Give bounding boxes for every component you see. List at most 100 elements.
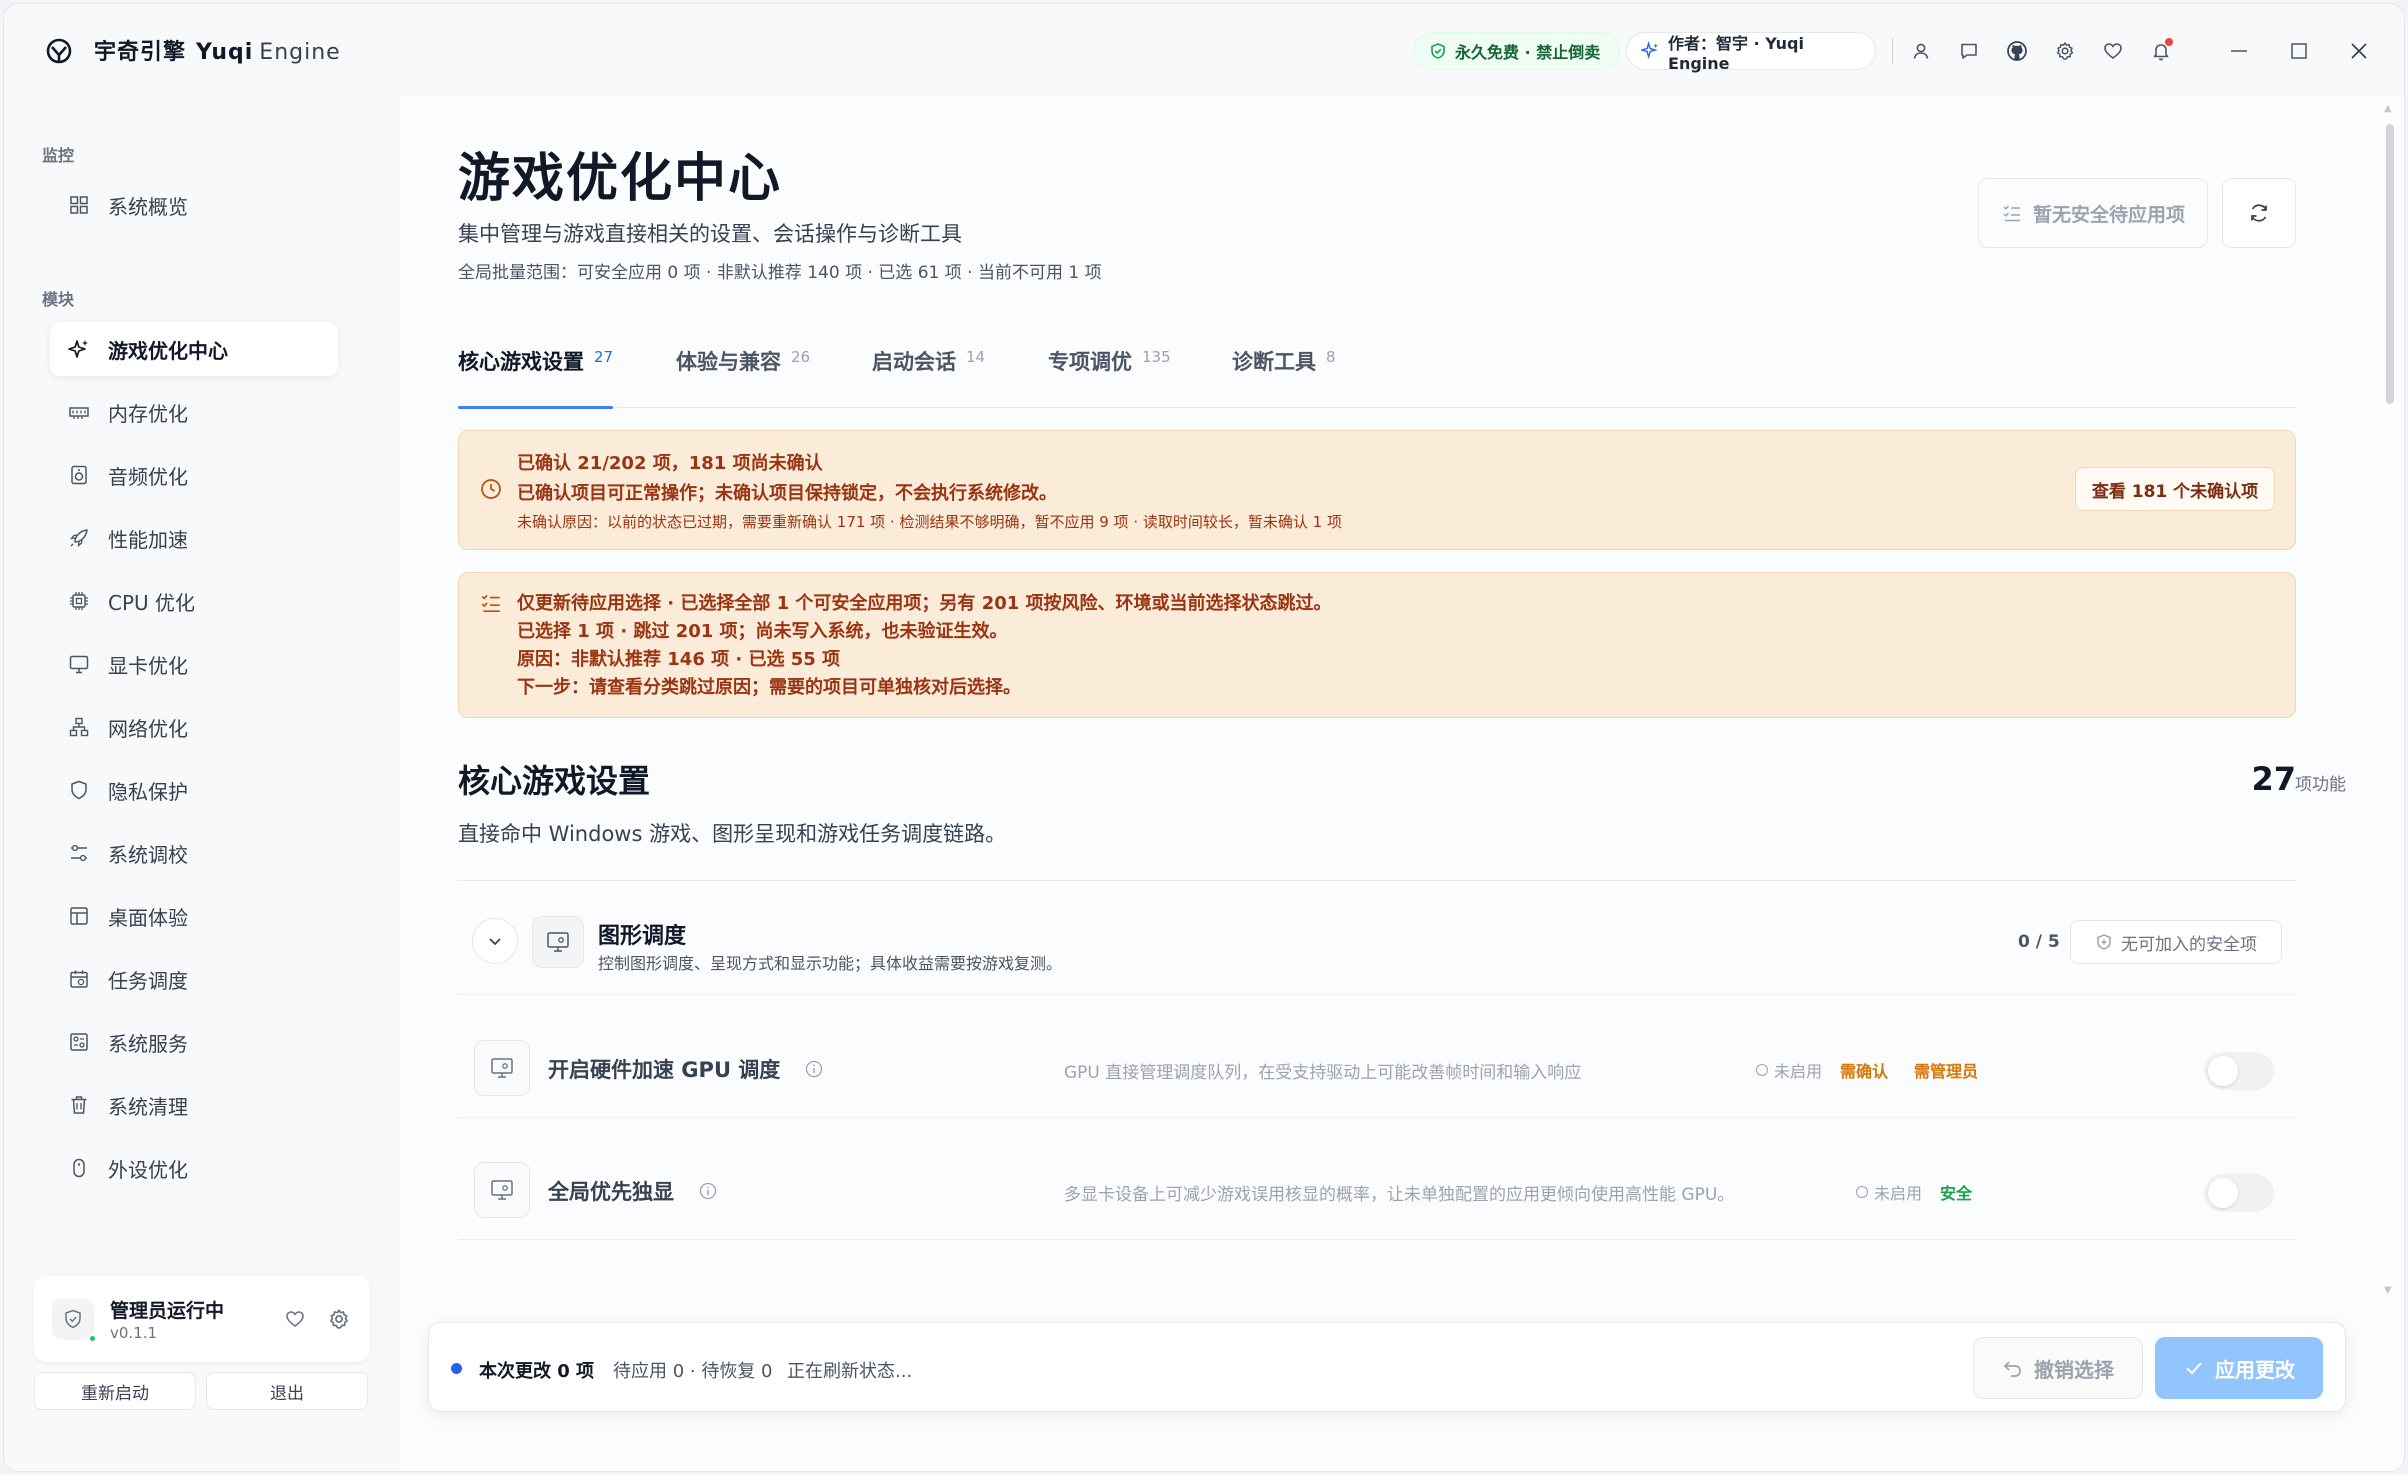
- sidebar-item-memory[interactable]: 内存优化: [50, 385, 338, 439]
- undo-selection-button[interactable]: 撤销选择: [1973, 1337, 2143, 1399]
- monitor-settings-icon: [491, 1180, 513, 1200]
- tab-experience-compat[interactable]: 体验与兼容 26: [676, 336, 810, 408]
- tab-count: 8: [1326, 348, 1336, 366]
- collapse-button[interactable]: [472, 918, 518, 964]
- option-name-label: 开启硬件加速 GPU 调度: [548, 1058, 781, 1082]
- heart-icon[interactable]: [284, 1308, 306, 1330]
- tab-count: 27: [594, 348, 614, 366]
- free-badge-label: 永久免费 · 禁止倒卖: [1455, 43, 1601, 62]
- view-unconfirmed-button[interactable]: 查看 181 个未确认项: [2075, 467, 2275, 511]
- cpu-icon: [70, 592, 88, 610]
- sidebar-item-peripheral[interactable]: 外设优化: [50, 1141, 338, 1195]
- sidebar-item-label: 显卡优化: [108, 653, 188, 678]
- option-name-label: 全局优先独显: [548, 1180, 674, 1204]
- sidebar-item-label: 网络优化: [108, 716, 188, 741]
- app-title-engine: Engine: [259, 40, 341, 65]
- tab-launch-session[interactable]: 启动会话 14: [872, 336, 985, 408]
- sidebar-item-cpu[interactable]: CPU 优化: [50, 574, 338, 628]
- gear-icon[interactable]: [328, 1308, 350, 1330]
- sparkle-icon: [68, 340, 88, 358]
- refresh-button[interactable]: [2222, 178, 2296, 248]
- page-subtitle: 集中管理与游戏直接相关的设置、会话操作与诊断工具: [458, 222, 962, 246]
- option-toggle[interactable]: [2204, 1174, 2274, 1212]
- needs-confirm-badge: 需确认: [1840, 1062, 1889, 1081]
- undo-icon: [2003, 1361, 2021, 1377]
- section-modules: 模块: [42, 290, 75, 309]
- sidebar-item-game-center[interactable]: 游戏优化中心: [50, 322, 338, 376]
- message-icon[interactable]: [1956, 38, 1982, 64]
- section-title: 核心游戏设置: [458, 762, 651, 800]
- sidebar-item-scheduler[interactable]: 任务调度: [50, 952, 338, 1006]
- change-count: 本次更改 0 项: [479, 1361, 595, 1382]
- author-badge[interactable]: 作者：智宇 · Yuqi Engine: [1626, 32, 1876, 73]
- info-icon[interactable]: [804, 1059, 824, 1079]
- selection-next-step: 下一步：请查看分类跳过原因；需要的项目可单独核对后选择。: [517, 677, 1021, 698]
- sliders-icon: [71, 844, 87, 862]
- app-version: v0.1.1: [110, 1324, 158, 1342]
- sidebar-item-label: 音频优化: [108, 464, 188, 489]
- exit-button[interactable]: 退出: [206, 1372, 368, 1410]
- pending-apply-label: 暂无安全待应用项: [2032, 203, 2185, 226]
- minimize-icon[interactable]: [2226, 38, 2252, 64]
- tab-diagnostics[interactable]: 诊断工具 8: [1232, 336, 1336, 408]
- sidebar-item-label: 隐私保护: [108, 779, 188, 804]
- gear-icon[interactable]: [2052, 38, 2078, 64]
- maximize-icon[interactable]: [2286, 38, 2312, 64]
- sidebar-item-label: 桌面体验: [108, 905, 188, 930]
- heart-icon[interactable]: [2100, 38, 2126, 64]
- sidebar-item-overview[interactable]: 系统概览: [50, 178, 338, 232]
- checklist-icon: [481, 594, 500, 612]
- scrollbar-thumb[interactable]: [2386, 124, 2394, 404]
- memory-icon: [69, 407, 89, 419]
- tab-special-tuning[interactable]: 专项调优 135: [1048, 336, 1171, 408]
- status-dot: [451, 1363, 462, 1374]
- info-icon[interactable]: [698, 1181, 718, 1201]
- tab-core-game-settings[interactable]: 核心游戏设置 27: [458, 336, 614, 409]
- option-name: 开启硬件加速 GPU 调度: [548, 1054, 824, 1084]
- calendar-icon: [70, 970, 88, 988]
- group-graphics-scheduling: 图形调度 控制图形调度、呈现方式和显示功能；具体收益需要按游戏复测。 0 / 5…: [458, 898, 2296, 984]
- checklist-icon: [2003, 205, 2020, 222]
- apply-changes-button[interactable]: 应用更改: [2155, 1337, 2323, 1399]
- selection-counts: 已选择 1 项 · 跳过 201 项；尚未写入系统，也未验证生效。: [517, 621, 1008, 642]
- restart-button[interactable]: 重新启动: [34, 1372, 196, 1410]
- sidebar-item-services[interactable]: 系统服务: [50, 1015, 338, 1069]
- group-enabled-count: 0 / 5: [2018, 932, 2060, 952]
- option-row-prefer-dgpu: 全局优先独显 多显卡设备上可减少游戏误用核显的概率，让未单独配置的应用更倾向使用…: [458, 1118, 2296, 1240]
- sidebar-item-label: 系统调校: [108, 842, 188, 867]
- state-badge: 未启用: [1856, 1180, 1922, 1204]
- bell-icon[interactable]: [2148, 38, 2174, 64]
- sidebar-item-network[interactable]: 网络优化: [50, 700, 338, 754]
- close-icon[interactable]: [2346, 38, 2372, 64]
- sidebar-item-privacy[interactable]: 隐私保护: [50, 763, 338, 817]
- section-description: 直接命中 Windows 游戏、图形呈现和游戏任务调度链路。: [458, 822, 1007, 846]
- add-safe-items-label: 无可加入的安全项: [2121, 934, 2257, 955]
- network-icon: [69, 717, 89, 737]
- sidebar-item-cleanup[interactable]: 系统清理: [50, 1078, 338, 1132]
- grid-icon: [70, 196, 88, 214]
- sidebar-item-desktop[interactable]: 桌面体验: [50, 889, 338, 943]
- section-feature-count-label: 项功能: [2295, 775, 2346, 795]
- sidebar-item-label: 任务调度: [108, 968, 188, 993]
- github-icon[interactable]: [2004, 38, 2030, 64]
- alert-confirm-reason: 未确认原因：以前的状态已过期，需要重新确认 171 项 · 检测结果不够明确，暂…: [517, 513, 1342, 531]
- option-toggle[interactable]: [2204, 1052, 2274, 1090]
- app-window: 宇奇引擎 Yuqi Engine 永久免费 · 禁止倒卖 作者：智宇 · Yuqi …: [4, 4, 2404, 1471]
- pending-apply-button[interactable]: 暂无安全待应用项: [1978, 178, 2208, 248]
- clock-icon: [481, 479, 501, 499]
- sidebar-item-audio[interactable]: 音频优化: [50, 448, 338, 502]
- sidebar-item-performance[interactable]: 性能加速: [50, 511, 338, 565]
- sidebar-item-gpu[interactable]: 显卡优化: [50, 637, 338, 691]
- shield-plus-icon: [2097, 934, 2111, 950]
- refresh-icon: [2251, 204, 2267, 222]
- scroll-up-arrow[interactable]: ▲: [2384, 104, 2394, 114]
- user-icon[interactable]: [1908, 38, 1934, 64]
- sidebar-item-tuning[interactable]: 系统调校: [50, 826, 338, 880]
- app-logo-icon: [46, 38, 72, 64]
- section-feature-count: 27: [2251, 760, 2296, 798]
- mouse-icon: [73, 1158, 85, 1178]
- scroll-down-arrow[interactable]: ▼: [2384, 1286, 2394, 1296]
- add-safe-items-button[interactable]: 无可加入的安全项: [2070, 920, 2282, 964]
- tab-label: 体验与兼容: [676, 350, 781, 374]
- bottom-action-bar: 本次更改 0 项 待应用 0 · 待恢复 0 正在刷新状态... 撤销选择 应用…: [428, 1322, 2346, 1412]
